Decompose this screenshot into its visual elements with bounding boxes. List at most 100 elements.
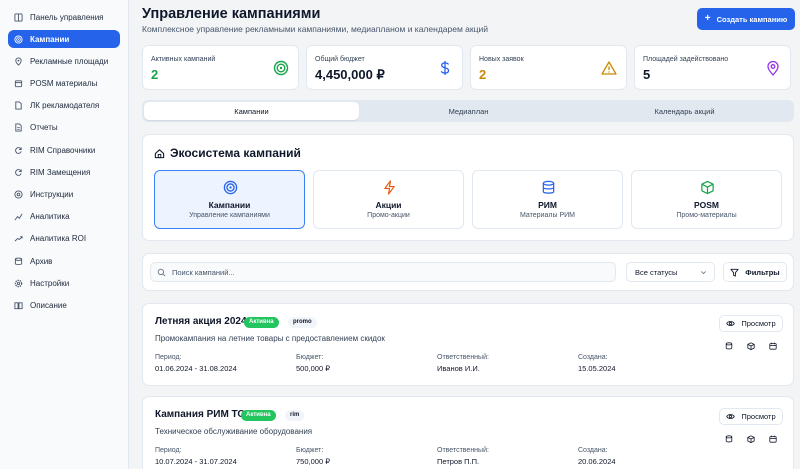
sidebar: Панель управления Кампании Рекламные пло… (0, 0, 129, 469)
period-value: 10.07.2024 - 31.07.2024 (155, 457, 237, 466)
sidebar-item-label: ЛК рекламодателя (30, 101, 100, 111)
dollar-icon (437, 60, 453, 76)
eye-icon (726, 412, 736, 421)
view-tabs: Кампании Медиаплан Календарь акций (142, 100, 794, 122)
tab-campaigns[interactable]: Кампании (144, 102, 359, 120)
page-subtitle: Комплексное управление рекламными кампан… (142, 24, 488, 34)
search-box (150, 262, 616, 282)
sidebar-item-reports[interactable]: Отчеты (8, 119, 120, 137)
filters-button[interactable]: Фильтры (723, 262, 787, 282)
eco-card-subtitle: Промо-материалы (676, 212, 737, 219)
sidebar-item-label: Аналитика ROI (30, 234, 87, 244)
calendar-icon[interactable] (769, 435, 777, 443)
view-button[interactable]: Просмотр (719, 315, 783, 332)
sidebar-item-ad-spaces[interactable]: Рекламные площади (8, 52, 120, 70)
created-label: Создана: (578, 447, 608, 454)
view-button[interactable]: Просмотр (719, 408, 783, 425)
campaign-card[interactable]: Летняя акция 2024 Активна promo Промокам… (142, 303, 794, 386)
box-icon[interactable] (747, 435, 755, 443)
sidebar-item-label: POSM материалы (30, 79, 98, 89)
sidebar-item-rim-replacements[interactable]: RIM Замещения (8, 163, 120, 181)
sidebar-item-posm[interactable]: POSM материалы (8, 75, 120, 93)
sidebar-item-label: Панель управления (30, 12, 104, 22)
view-button-label: Просмотр (741, 412, 776, 421)
map-pin-icon (765, 60, 781, 76)
type-tag: rim (285, 410, 305, 421)
sidebar-item-settings[interactable]: Настройки (8, 274, 120, 292)
created-value: 15.05.2024 (578, 364, 616, 373)
box-icon (700, 180, 715, 195)
sidebar-item-label: RIM Справочники (30, 145, 96, 155)
eco-card-promotions[interactable]: Акции Промо-акции (313, 170, 464, 229)
tab-media-plan[interactable]: Медиаплан (361, 102, 576, 120)
status-select[interactable]: Все статусы (626, 262, 715, 282)
budget-label: Бюджет: (296, 354, 324, 361)
stat-value: 4,450,000 ₽ (315, 67, 385, 82)
sidebar-item-analytics-roi[interactable]: Аналитика ROI (8, 230, 120, 248)
sidebar-item-label: Рекламные площади (30, 56, 109, 66)
trend-icon (14, 234, 23, 243)
page-title: Управление кампаниями (142, 6, 321, 22)
sidebar-item-label: Архив (30, 256, 53, 266)
eye-icon (726, 319, 736, 328)
sidebar-item-archive[interactable]: Архив (8, 252, 120, 270)
create-campaign-button[interactable]: + Создать кампанию (697, 8, 795, 30)
stat-label: Новых заявок (479, 56, 524, 63)
owner-value: Иванов И.И. (437, 364, 480, 373)
eco-card-subtitle: Промо-акции (367, 212, 410, 219)
period-label: Период: (155, 447, 182, 454)
stat-value: 2 (151, 67, 159, 82)
refresh-icon (14, 168, 23, 177)
filter-bar: Все статусы Фильтры (142, 253, 794, 291)
campaign-card[interactable]: Кампания РИМ ТО Активна rim Техническое … (142, 396, 794, 469)
home-icon (154, 148, 165, 159)
box-icon (14, 79, 23, 88)
warning-icon (601, 60, 617, 76)
database-icon[interactable] (725, 342, 733, 350)
eco-card-title: Акции (375, 200, 402, 210)
gear-icon (14, 279, 23, 288)
database-icon (14, 257, 23, 266)
sidebar-item-rim-reference[interactable]: RIM Справочники (8, 141, 120, 159)
help-icon (14, 190, 23, 199)
eco-card-title: РИМ (538, 200, 557, 210)
eco-card-posm[interactable]: POSM Промо-материалы (631, 170, 782, 229)
database-icon[interactable] (725, 435, 733, 443)
budget-label: Бюджет: (296, 447, 324, 454)
view-button-label: Просмотр (741, 319, 776, 328)
sidebar-item-label: Отчеты (30, 123, 58, 133)
lightning-icon (382, 180, 397, 195)
main-content: Управление кампаниями Комплексное управл… (129, 0, 800, 469)
campaign-name: Летняя акция 2024 (155, 316, 247, 327)
eco-card-campaigns[interactable]: Кампании Управление кампаниями (154, 170, 305, 229)
sidebar-item-advertiser[interactable]: ЛК рекламодателя (8, 97, 120, 115)
sidebar-item-description[interactable]: Описание (8, 296, 120, 314)
report-icon (14, 123, 23, 132)
stat-label: Активных кампаний (151, 56, 216, 63)
sidebar-item-analytics[interactable]: Аналитика (8, 208, 120, 226)
campaign-description: Промокампания на летние товары с предост… (155, 334, 385, 343)
campaign-ecosystem-panel: Экосистема кампаний Кампании Управление … (142, 134, 794, 241)
sidebar-item-label: Кампании (30, 34, 70, 44)
book-icon (14, 301, 23, 310)
eco-card-rim[interactable]: РИМ Материалы РИМ (472, 170, 623, 229)
ecosystem-title: Экосистема кампаний (154, 146, 301, 160)
stat-value: 2 (479, 67, 487, 82)
box-icon[interactable] (747, 342, 755, 350)
status-select-value: Все статусы (635, 267, 678, 277)
map-pin-icon (14, 57, 23, 66)
period-value: 01.06.2024 - 31.08.2024 (155, 364, 237, 373)
sidebar-item-dashboard[interactable]: Панель управления (8, 8, 120, 26)
calendar-icon[interactable] (769, 342, 777, 350)
tab-promo-calendar[interactable]: Календарь акций (577, 102, 792, 120)
sidebar-item-label: Аналитика (30, 212, 70, 222)
database-icon (541, 180, 556, 195)
search-input[interactable] (172, 267, 592, 277)
file-icon (14, 101, 23, 110)
eco-card-subtitle: Управление кампаниями (189, 212, 270, 219)
sidebar-item-instructions[interactable]: Инструкции (8, 186, 120, 204)
create-campaign-label: Создать кампанию (716, 14, 788, 24)
owner-label: Ответственный: (437, 354, 489, 361)
sidebar-item-campaigns[interactable]: Кампании (8, 30, 120, 49)
sidebar-item-label: RIM Замещения (30, 167, 91, 177)
